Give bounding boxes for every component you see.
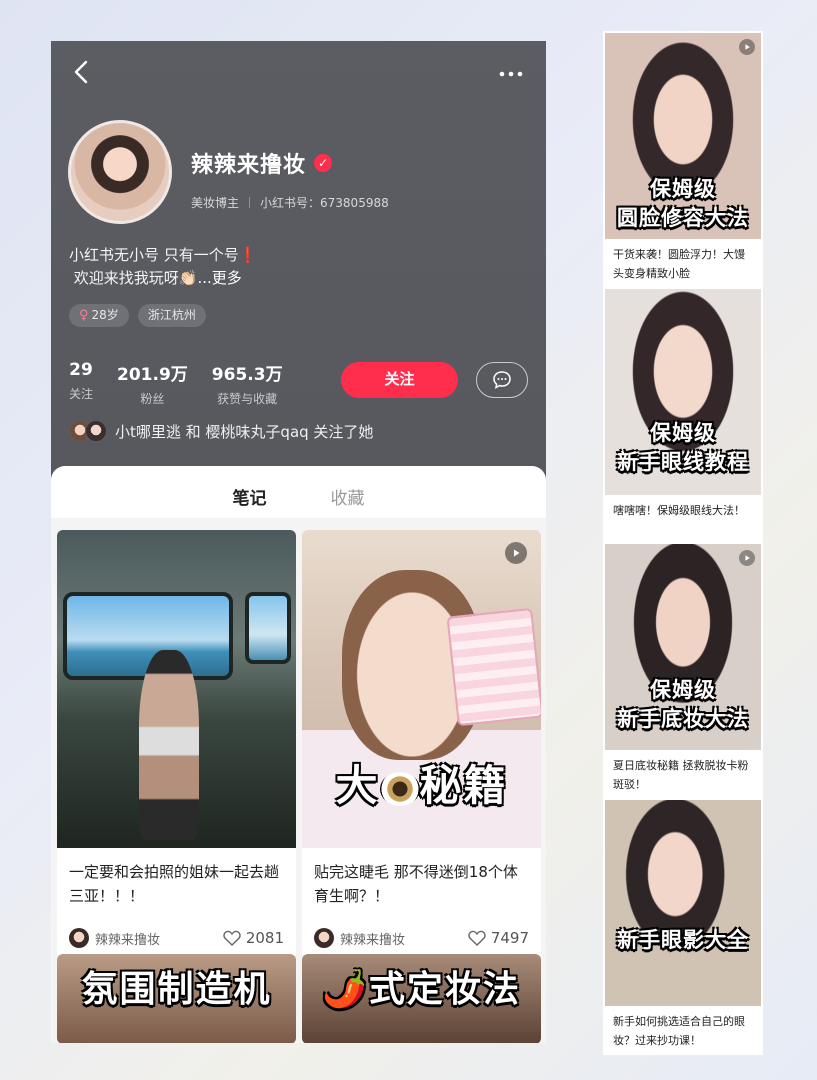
cover-overlay-text: 保姆级 [650, 678, 716, 702]
stat-followers[interactable]: 201.9万 粉丝 [117, 360, 188, 407]
note-cover-image: 新手眼影大全 [605, 800, 761, 1006]
note-title: 新手如何挑选适合自己的眼妆？过来抄功课！ [613, 1015, 745, 1047]
author-name: 辣辣来撸妆 [95, 932, 161, 948]
tag-age: ♀ 28岁 [69, 304, 129, 327]
note-cover-image [57, 530, 296, 848]
note-title: 夏日底妆秘籍 拯救脱妆卡粉斑驳！ [613, 759, 749, 791]
bio[interactable]: 小红书无小号 只有一个号❗️ 欢迎来找我玩呀👏🏻...更多 [69, 244, 257, 290]
mutual-followers[interactable]: 小t哪里逃 和 樱桃味丸子qaq 关注了她 [69, 420, 373, 442]
note-title: 嗐嗐嗐！保姆级眼线大法！ [613, 504, 745, 517]
heart-icon [223, 930, 241, 946]
cover-overlay-text: 🌶️式定妆法 [322, 969, 521, 1010]
cover-overlay-text: 新手眼影大全 [617, 928, 749, 952]
eye-icon [379, 771, 420, 806]
side-note-card[interactable]: 新手眼影大全 新手如何挑选适合自己的眼妆？过来抄功课！ [605, 800, 761, 1054]
like-button[interactable]: 2081 [223, 929, 284, 947]
note-cover-image: 保姆级 圆脸修容大法 [605, 33, 761, 239]
tag-label: 浙江杭州 [147, 308, 196, 322]
tab-notes[interactable]: 笔记 [231, 466, 268, 528]
cover-overlay-text: 圆脸修容大法 [617, 206, 749, 230]
chili-icon: 🌶️ [322, 969, 369, 1010]
side-note-column: 保姆级 圆脸修容大法 干货来袭！圆脸浮力！大馒头变身精致小脸 保姆级 新手眼线教… [603, 31, 763, 1055]
notes-panel: 笔记 收藏 一定要和会拍照的姐妹一起去趟三亚！！！ 辣辣来撸妆 2081 大 秘… [51, 466, 546, 1043]
follower-avatar [85, 420, 107, 442]
like-button[interactable]: 7497 [468, 929, 529, 947]
like-count: 2081 [245, 929, 284, 947]
tab-collections[interactable]: 收藏 [331, 466, 365, 518]
note-cover-image: 大秘籍 [302, 530, 541, 848]
female-icon: ♀ [79, 308, 89, 323]
note-card[interactable]: 大秘籍 贴完这睫毛 那不得迷倒18个体育生啊？！ 辣辣来撸妆 7497 [302, 530, 541, 958]
cover-overlay-text: 保姆级 [650, 421, 716, 445]
tab-bar: 笔记 收藏 [51, 466, 546, 528]
cover-overlay-text: 新手底妆大法 [617, 707, 749, 731]
bio-more-link[interactable]: ...更多 [197, 269, 241, 287]
author-avatar [314, 928, 334, 948]
stat-label: 关注 [69, 387, 94, 401]
stat-likes[interactable]: 965.3万 获赞与收藏 [212, 360, 283, 407]
note-title: 干货来袭！圆脸浮力！大馒头变身精致小脸 [613, 248, 745, 280]
author-avatar [69, 928, 89, 948]
side-note-card[interactable]: 保姆级 新手底妆大法 夏日底妆秘籍 拯救脱妆卡粉斑驳！ [605, 544, 761, 798]
bio-line: 欢迎来找我玩呀👏🏻 [73, 269, 198, 287]
back-icon[interactable] [69, 59, 95, 85]
cover-overlay-text: 大秘籍 [335, 761, 508, 810]
verified-badge-icon: ✓ [314, 154, 333, 172]
note-card[interactable]: 🌶️式定妆法 [302, 954, 541, 1043]
stat-value: 965.3万 [211, 365, 283, 385]
stat-value: 29 [69, 360, 93, 380]
note-cover-image: 保姆级 新手眼线教程 [605, 289, 761, 495]
cover-overlay-text: 新手眼线教程 [617, 450, 749, 474]
tag-location: 浙江杭州 [137, 304, 206, 327]
follow-button[interactable]: 关注 [341, 362, 458, 398]
cover-overlay-text: 氛围制造机 [81, 969, 272, 1010]
note-card[interactable]: 一定要和会拍照的姐妹一起去趟三亚！！！ 辣辣来撸妆 2081 [57, 530, 296, 958]
author-name: 辣辣来撸妆 [340, 932, 406, 948]
stat-value: 201.9万 [117, 365, 188, 385]
like-count: 7497 [490, 929, 529, 947]
avatar[interactable] [68, 120, 172, 224]
stat-label: 获赞与收藏 [217, 392, 278, 406]
notes-feed: 一定要和会拍照的姐妹一起去趟三亚！！！ 辣辣来撸妆 2081 大 秘籍 贴完这睫… [51, 518, 546, 1043]
video-play-icon [505, 542, 527, 564]
phone-screen: 辣辣来撸妆 ✓ 美妆博主 小红书号：673805988 小红书无小号 只有一个号… [51, 41, 546, 1043]
note-cover-image: 🌶️式定妆法 [302, 954, 541, 1043]
side-note-card[interactable]: 保姆级 圆脸修容大法 干货来袭！圆脸浮力！大馒头变身精致小脸 [605, 33, 761, 287]
role-label: 美妆博主 [191, 196, 240, 210]
chat-bubble-icon [493, 371, 511, 389]
divider [249, 197, 251, 208]
cover-overlay-text: 保姆级 [650, 177, 716, 201]
followed-by-text: 小t哪里逃 和 樱桃味丸子qaq 关注了她 [115, 422, 374, 441]
note-title: 一定要和会拍照的姐妹一起去趟三亚！！！ [69, 863, 280, 905]
stat-following[interactable]: 29 关注 [69, 360, 93, 407]
note-cover-image: 氛围制造机 [57, 954, 296, 1043]
bio-line: 小红书无小号 只有一个号❗️ [69, 246, 258, 264]
nickname: 辣辣来撸妆 [191, 153, 307, 178]
side-note-card[interactable]: 保姆级 新手眼线教程 嗐嗐嗐！保姆级眼线大法！ [605, 289, 761, 543]
note-cover-image: 保姆级 新手底妆大法 [605, 544, 761, 750]
heart-icon [468, 930, 486, 946]
profile-header: 辣辣来撸妆 ✓ 美妆博主 小红书号：673805988 小红书无小号 只有一个号… [51, 41, 546, 521]
more-options-icon[interactable] [496, 61, 526, 87]
note-title: 贴完这睫毛 那不得迷倒18个体育生啊？！ [314, 863, 518, 905]
stat-label: 粉丝 [140, 392, 165, 406]
video-play-icon [739, 550, 755, 566]
video-play-icon [739, 39, 755, 55]
account-id: 小红书号：673805988 [260, 196, 389, 210]
tag-label: 28岁 [91, 308, 119, 322]
note-card[interactable]: 氛围制造机 [57, 954, 296, 1043]
message-button[interactable] [476, 362, 528, 398]
